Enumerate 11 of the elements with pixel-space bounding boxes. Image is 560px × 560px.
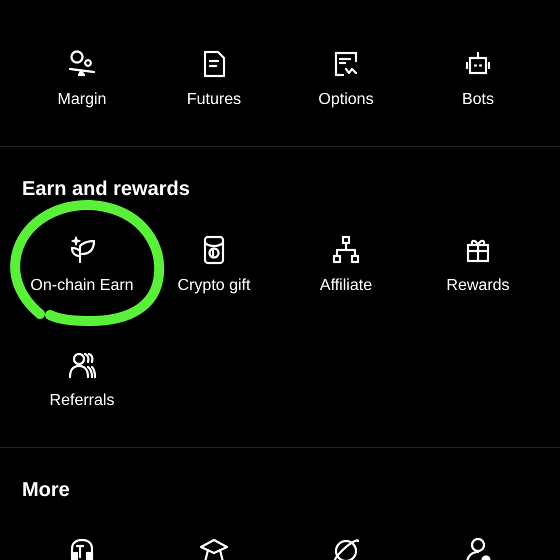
menu-item-label[interactable]: Referrals bbox=[50, 391, 114, 411]
section-heading: Earn and rewards bbox=[21, 177, 191, 202]
menu-item-label[interactable]: Affiliate bbox=[320, 276, 372, 296]
menu-item-label[interactable]: Options bbox=[318, 90, 374, 110]
menu-item-label[interactable]: Margin bbox=[58, 90, 106, 110]
menu-item-label[interactable]: Futures bbox=[186, 90, 242, 110]
section-heading: More bbox=[21, 478, 71, 503]
menu-item-label[interactable]: Rewards bbox=[446, 276, 510, 296]
menu-item-label[interactable]: On-chain Earn bbox=[30, 276, 134, 296]
menu-item-label[interactable]: Bots bbox=[462, 90, 494, 110]
menu-item-label[interactable]: Crypto gift bbox=[178, 276, 250, 296]
